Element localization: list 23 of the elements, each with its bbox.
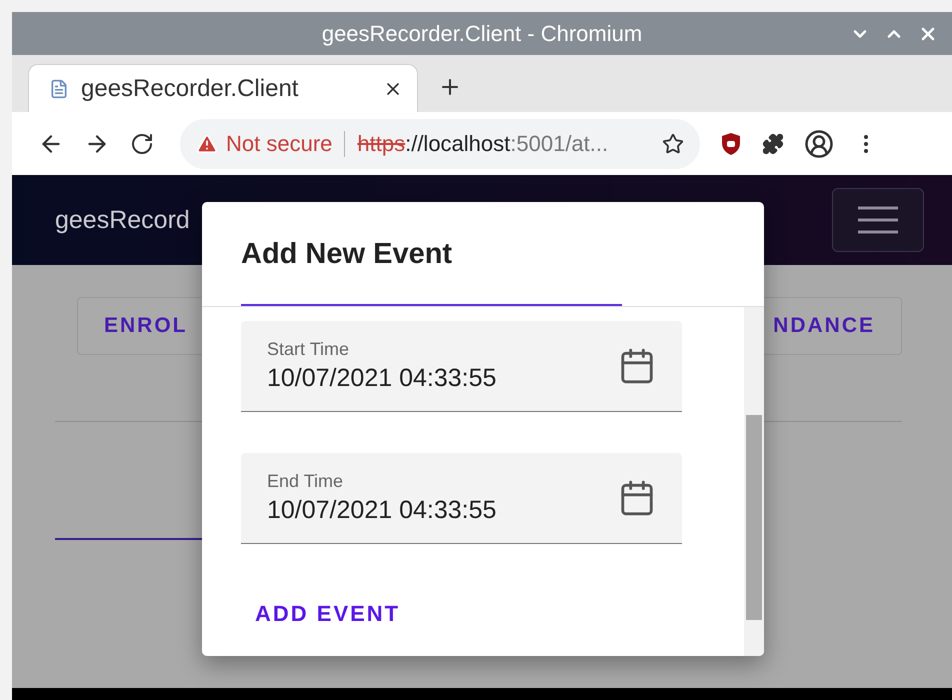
add-event-button[interactable]: ADD EVENT: [241, 593, 414, 635]
tab-title: geesRecorder.Client: [81, 74, 300, 102]
security-label: Not secure: [226, 130, 332, 156]
puzzle-icon[interactable]: [762, 132, 784, 154]
page-icon: [49, 78, 69, 98]
brand-text: geesRecord: [55, 206, 190, 234]
date-input[interactable]: 10/07/2021 04:33:55: [267, 364, 567, 393]
address-bar[interactable]: Not secure https://localhost:5001/at...: [180, 118, 700, 168]
dialog-title: Add New Event: [241, 238, 454, 271]
shield-icon[interactable]: [720, 132, 742, 156]
date-input[interactable]: 10/07/2021 04:33:55: [267, 496, 567, 525]
scrollbar[interactable]: [744, 307, 764, 656]
reload-button[interactable]: [130, 132, 154, 156]
profile-icon[interactable]: [804, 128, 834, 158]
bookmark-star-icon[interactable]: [662, 132, 684, 154]
browser-tab[interactable]: geesRecorder.Client: [28, 64, 418, 112]
warning-icon: [196, 132, 218, 154]
menu-icon: [858, 205, 898, 235]
window-title: geesRecorder.Client - Chromium: [322, 20, 642, 46]
menu-button[interactable]: [832, 188, 924, 252]
url-text: https://localhost:5001/at...: [357, 130, 610, 156]
field-label: End Time: [267, 471, 344, 492]
field-label: Start Time: [267, 339, 350, 360]
